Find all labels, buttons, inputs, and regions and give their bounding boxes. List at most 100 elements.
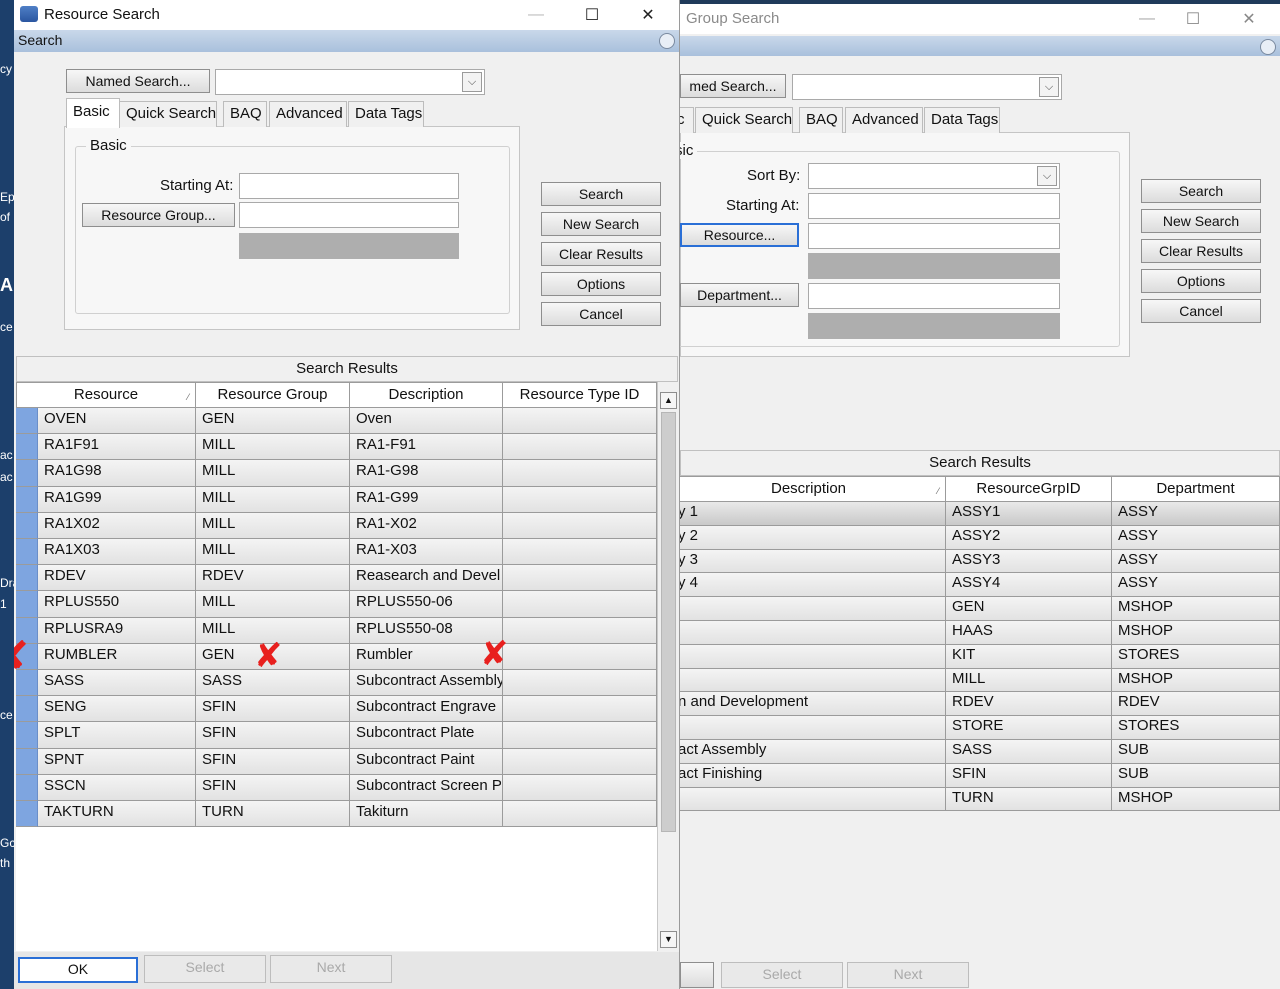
clear-results-button[interactable]: Clear Results	[541, 242, 661, 266]
table-row[interactable]: OVEN GEN Oven	[16, 408, 657, 435]
table-cell[interactable]: STORE	[946, 716, 1112, 740]
table-cell[interactable]: TURN	[196, 801, 350, 828]
table-cell[interactable]	[503, 460, 657, 487]
sort-by-combo[interactable]: ⌵	[808, 163, 1060, 189]
close-icon[interactable]: ✕	[625, 0, 671, 30]
table-cell[interactable]	[503, 774, 657, 801]
tab-quick-search[interactable]: Quick Search	[119, 101, 217, 127]
column-header-resourcegrpid[interactable]: ResourceGrpID	[946, 476, 1112, 502]
table-cell[interactable]: act Assembly	[680, 740, 946, 764]
tab-advanced[interactable]: Advanced	[845, 107, 923, 133]
table-cell[interactable]: ASSY4	[946, 573, 1112, 598]
table-cell[interactable]: SPLT	[38, 722, 196, 749]
table-row[interactable]: y 2 ASSY2 ASSY	[680, 525, 1280, 550]
minimize-icon[interactable]: —	[513, 0, 559, 30]
table-cell[interactable]: RA1F91	[38, 434, 196, 461]
table-cell[interactable]: MSHOP	[1112, 787, 1280, 812]
table-cell[interactable]: MILL	[196, 486, 350, 513]
tab-baq[interactable]: BAQ	[799, 107, 843, 133]
table-cell[interactable]	[680, 787, 946, 812]
table-cell[interactable]: SUB	[1112, 740, 1280, 764]
new-search-button[interactable]: New Search	[541, 212, 661, 236]
table-cell[interactable]: KIT	[946, 644, 1112, 669]
clear-results-button[interactable]: Clear Results	[1141, 239, 1261, 263]
table-row[interactable]: TURN MSHOP	[680, 787, 1280, 812]
column-header-resource[interactable]: Resource ⁄	[16, 382, 196, 408]
table-cell[interactable]: GEN	[196, 408, 350, 435]
column-header-resource-group[interactable]: Resource Group	[196, 382, 350, 408]
table-cell[interactable]: RA1X02	[38, 512, 196, 539]
table-cell[interactable]: SENG	[38, 696, 196, 723]
chevron-down-icon[interactable]: ⌵	[1039, 77, 1059, 97]
table-row[interactable]: MILL MSHOP	[680, 668, 1280, 693]
table-cell[interactable]	[503, 696, 657, 723]
table-cell[interactable]: y 1	[680, 502, 946, 526]
tab-quick-search[interactable]: Quick Search	[695, 107, 793, 133]
resource-button[interactable]: Resource...	[680, 223, 799, 247]
table-cell[interactable]	[503, 486, 657, 513]
table-row[interactable]: SSCN SFIN Subcontract Screen Pr	[16, 774, 657, 801]
table-cell[interactable]: ASSY	[1112, 502, 1280, 526]
row-selector[interactable]	[16, 486, 38, 513]
chevron-down-icon[interactable]: ⌵	[1037, 166, 1057, 186]
table-cell[interactable]: RDEV	[196, 565, 350, 592]
table-cell[interactable]: n and Development	[680, 692, 946, 717]
table-row[interactable]: y 1 ASSY1 ASSY	[680, 502, 1280, 526]
column-header-resource-type-id[interactable]: Resource Type ID	[503, 382, 657, 408]
table-row[interactable]: n and Development RDEV RDEV	[680, 692, 1280, 717]
row-selector[interactable]	[16, 434, 38, 461]
table-cell[interactable]: RUMBLER	[38, 643, 196, 670]
table-cell[interactable]	[503, 670, 657, 697]
table-row[interactable]: SPLT SFIN Subcontract Plate	[16, 722, 657, 749]
table-cell[interactable]	[503, 539, 657, 566]
table-cell[interactable]	[680, 716, 946, 740]
table-cell[interactable]: RA1-G98	[350, 460, 503, 487]
row-selector[interactable]	[16, 774, 38, 801]
row-selector[interactable]	[16, 408, 38, 435]
table-cell[interactable]	[503, 722, 657, 749]
cancel-button[interactable]: Cancel	[541, 302, 661, 326]
table-cell[interactable]: Oven	[350, 408, 503, 435]
table-row[interactable]: SASS SASS Subcontract Assembly	[16, 670, 657, 697]
maximize-icon[interactable]: ☐	[1170, 4, 1216, 34]
table-cell[interactable]	[503, 408, 657, 435]
cancel-button[interactable]: Cancel	[1141, 299, 1261, 323]
table-row[interactable]: SPNT SFIN Subcontract Paint	[16, 748, 657, 775]
table-cell[interactable]: RA1G99	[38, 486, 196, 513]
row-selector[interactable]	[16, 591, 38, 618]
table-cell[interactable]: y 3	[680, 549, 946, 574]
table-cell[interactable]: HAAS	[946, 621, 1112, 645]
table-cell[interactable]: SASS	[946, 740, 1112, 764]
table-row[interactable]: STORE STORES	[680, 716, 1280, 740]
tab-advanced[interactable]: Advanced	[269, 101, 347, 127]
table-cell[interactable]: MILL	[196, 512, 350, 539]
table-cell[interactable]: MSHOP	[1112, 668, 1280, 693]
table-cell[interactable]: RA1-X03	[350, 539, 503, 566]
table-row[interactable]: RPLUSRA9 MILL RPLUS550-08	[16, 617, 657, 644]
table-row[interactable]: RA1X02 MILL RA1-X02	[16, 512, 657, 539]
restore-icon[interactable]	[659, 33, 675, 49]
table-cell[interactable]	[680, 668, 946, 693]
table-row[interactable]: TAKTURN TURN Takiturn	[16, 801, 657, 828]
table-cell[interactable]: STORES	[1112, 644, 1280, 669]
table-row[interactable]: RA1F91 MILL RA1-F91	[16, 434, 657, 461]
tab-baq[interactable]: BAQ	[223, 101, 267, 127]
row-selector[interactable]	[16, 801, 38, 828]
table-cell[interactable]: act Finishing	[680, 763, 946, 788]
scroll-thumb[interactable]	[661, 412, 676, 832]
table-row[interactable]: RPLUS550 MILL RPLUS550-06	[16, 591, 657, 618]
table-cell[interactable]: RDEV	[946, 692, 1112, 717]
table-cell[interactable]: Subcontract Paint	[350, 748, 503, 775]
next-button[interactable]: Next	[847, 962, 969, 988]
row-selector[interactable]	[16, 696, 38, 723]
table-cell[interactable]: TURN	[946, 787, 1112, 812]
table-cell[interactable]: Takiturn	[350, 801, 503, 828]
table-cell[interactable]	[503, 512, 657, 539]
table-cell[interactable]: RPLUS550-06	[350, 591, 503, 618]
table-row[interactable]: act Assembly SASS SUB	[680, 740, 1280, 764]
select-button[interactable]: Select	[144, 955, 266, 983]
table-cell[interactable]: Subcontract Screen Pr	[350, 774, 503, 801]
column-header-description[interactable]: Description ⁄	[680, 476, 946, 502]
ok-button[interactable]: OK	[18, 957, 138, 983]
table-cell[interactable]: RDEV	[1112, 692, 1280, 717]
